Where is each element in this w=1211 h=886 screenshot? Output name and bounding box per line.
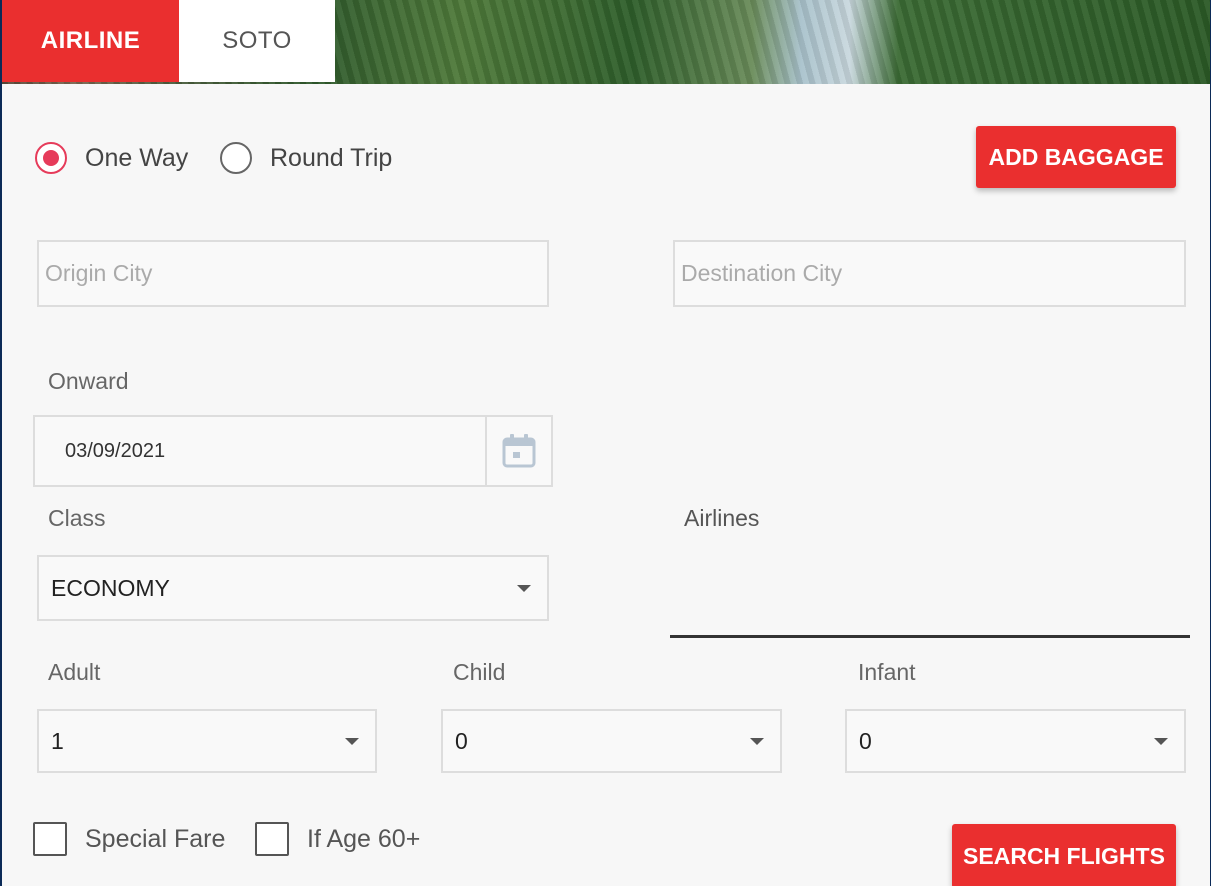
- child-value: 0: [455, 727, 468, 754]
- senior-label: If Age 60+: [307, 824, 421, 853]
- adult-label: Adult: [48, 659, 101, 685]
- adult-select[interactable]: 1: [37, 709, 377, 773]
- infant-label: Infant: [858, 659, 916, 685]
- calendar-icon[interactable]: [485, 417, 551, 485]
- radio-one-way[interactable]: One Way: [35, 138, 188, 178]
- radio-round-trip-label: Round Trip: [270, 143, 393, 172]
- checkbox-icon: [33, 822, 67, 856]
- chevron-down-icon: [345, 737, 359, 745]
- airlines-input[interactable]: [670, 635, 1190, 638]
- tab-airline[interactable]: AIRLINE: [2, 0, 179, 82]
- radio-unchecked-icon: [220, 142, 252, 174]
- special-fare-label: Special Fare: [85, 824, 226, 853]
- search-flights-button[interactable]: SEARCH FLIGHTS: [952, 824, 1176, 886]
- destination-city-field[interactable]: [673, 240, 1186, 307]
- onward-date-field[interactable]: 03/09/2021: [33, 415, 553, 487]
- chevron-down-icon: [517, 584, 531, 592]
- infant-value: 0: [859, 727, 872, 754]
- checkbox-icon: [255, 822, 289, 856]
- origin-city-field[interactable]: [37, 240, 549, 307]
- class-value: ECONOMY: [51, 574, 170, 601]
- radio-round-trip[interactable]: Round Trip: [220, 138, 392, 178]
- flight-search-panel: AIRLINE SOTO One Way Round Trip ADD BAGG…: [0, 0, 1210, 886]
- tab-soto[interactable]: SOTO: [179, 0, 335, 82]
- senior-checkbox[interactable]: If Age 60+: [255, 822, 420, 856]
- class-select[interactable]: ECONOMY: [37, 555, 549, 621]
- radio-one-way-label: One Way: [85, 143, 189, 172]
- onward-label: Onward: [48, 368, 129, 394]
- special-fare-checkbox[interactable]: Special Fare: [33, 822, 225, 856]
- child-select[interactable]: 0: [441, 709, 782, 773]
- infant-select[interactable]: 0: [845, 709, 1186, 773]
- child-label: Child: [453, 659, 506, 685]
- radio-checked-icon: [35, 142, 67, 174]
- chevron-down-icon: [750, 737, 764, 745]
- origin-city-input[interactable]: [39, 242, 547, 305]
- destination-city-input[interactable]: [675, 242, 1184, 305]
- class-label: Class: [48, 505, 106, 531]
- chevron-down-icon: [1154, 737, 1168, 745]
- airlines-label: Airlines: [684, 505, 760, 531]
- onward-date-value: 03/09/2021: [65, 439, 166, 462]
- adult-value: 1: [51, 727, 64, 754]
- add-baggage-button[interactable]: ADD BAGGAGE: [976, 126, 1176, 188]
